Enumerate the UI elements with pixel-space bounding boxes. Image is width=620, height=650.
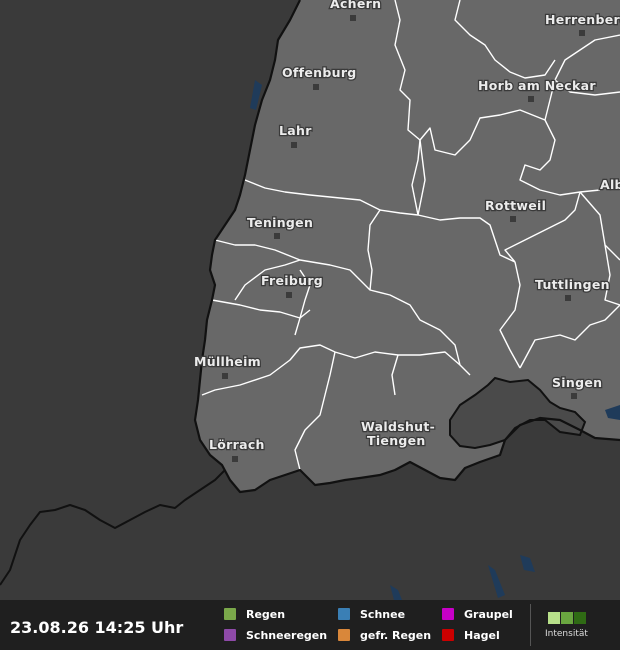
city-label-lahr: Lahr <box>279 123 312 138</box>
graupel-swatch <box>442 608 454 620</box>
city-label-rottweil: Rottweil <box>485 198 546 213</box>
map-canvas[interactable]: Achern Herrenberg Offenburg Horb am Neck… <box>0 0 620 600</box>
city-label-tuttlingen: Tuttlingen <box>535 277 610 292</box>
legend-label-hagel: Hagel <box>464 628 500 642</box>
schneeregen-swatch <box>224 629 236 641</box>
city-label-alb: Alb <box>600 177 620 192</box>
intensity-swatch-high <box>574 612 586 624</box>
legend-item-graupel: Graupel <box>442 607 513 621</box>
timestamp: 23.08.26 14:25 Uhr <box>10 618 184 637</box>
intensity-label: Intensität <box>545 629 588 639</box>
legend-label-schnee: Schnee <box>360 607 406 621</box>
legend-item-hagel: Hagel <box>442 628 500 642</box>
legend-item-gefr-regen: gefr. Regen <box>338 628 431 642</box>
city-label-teningen: Teningen <box>247 215 313 230</box>
legend-item-schneeregen: Schneeregen <box>224 628 327 642</box>
legend-item-schnee: Schnee <box>338 607 405 621</box>
city-label-herrenberg: Herrenberg <box>545 12 620 27</box>
city-label-freiburg: Freiburg <box>261 273 323 288</box>
city-label-muellheim: Müllheim <box>194 354 261 369</box>
legend-item-regen: Regen <box>224 607 285 621</box>
city-label-singen: Singen <box>552 375 602 390</box>
city-label-achern: Achern <box>330 0 381 11</box>
legend-label-gefr-regen: gefr. Regen <box>360 628 432 642</box>
schnee-swatch <box>338 608 350 620</box>
swiss-border <box>0 469 226 586</box>
lake-ne <box>520 555 535 572</box>
legend-label-schneeregen: Schneeregen <box>246 628 328 642</box>
city-label-waldshut-2: Tiengen <box>367 433 426 448</box>
city-label-offenburg: Offenburg <box>282 65 357 80</box>
regen-swatch <box>224 608 236 620</box>
radar-map[interactable]: Achern Herrenberg Offenburg Horb am Neck… <box>0 0 620 600</box>
lake-zurich <box>488 565 505 598</box>
legend-label-graupel: Graupel <box>464 607 513 621</box>
intensity-scale <box>548 612 587 624</box>
city-label-loerrach: Lörrach <box>209 437 265 452</box>
intensity-swatch-low <box>548 612 560 624</box>
gefr-regen-swatch <box>338 629 350 641</box>
legend-bar: 23.08.26 14:25 Uhr Regen Schneeregen Sch… <box>0 600 620 650</box>
city-label-horb: Horb am Neckar <box>478 78 596 93</box>
legend-divider <box>530 604 531 646</box>
lake-small <box>390 585 402 600</box>
legend-label-regen: Regen <box>246 607 286 621</box>
intensity-swatch-mid <box>561 612 573 624</box>
hagel-swatch <box>442 629 454 641</box>
city-label-waldshut-1: Waldshut- <box>361 419 435 434</box>
